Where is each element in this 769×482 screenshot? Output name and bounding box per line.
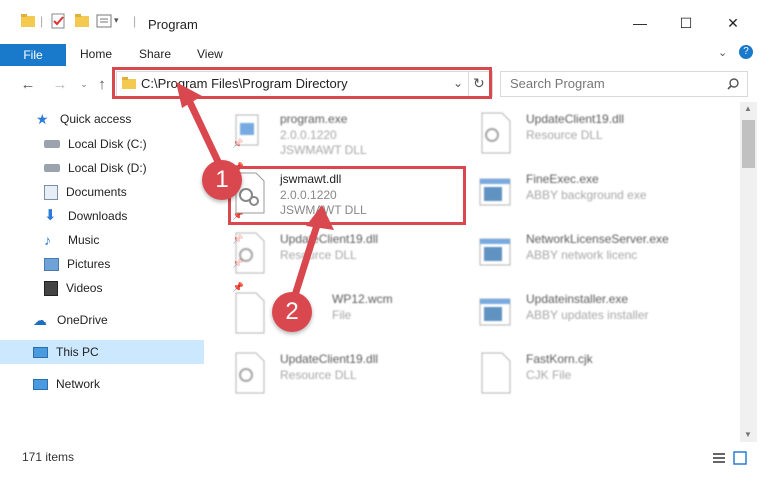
step-1-badge: 1 (202, 160, 242, 200)
step-2-badge: 2 (272, 292, 312, 332)
annotation-arrows (176, 82, 334, 296)
